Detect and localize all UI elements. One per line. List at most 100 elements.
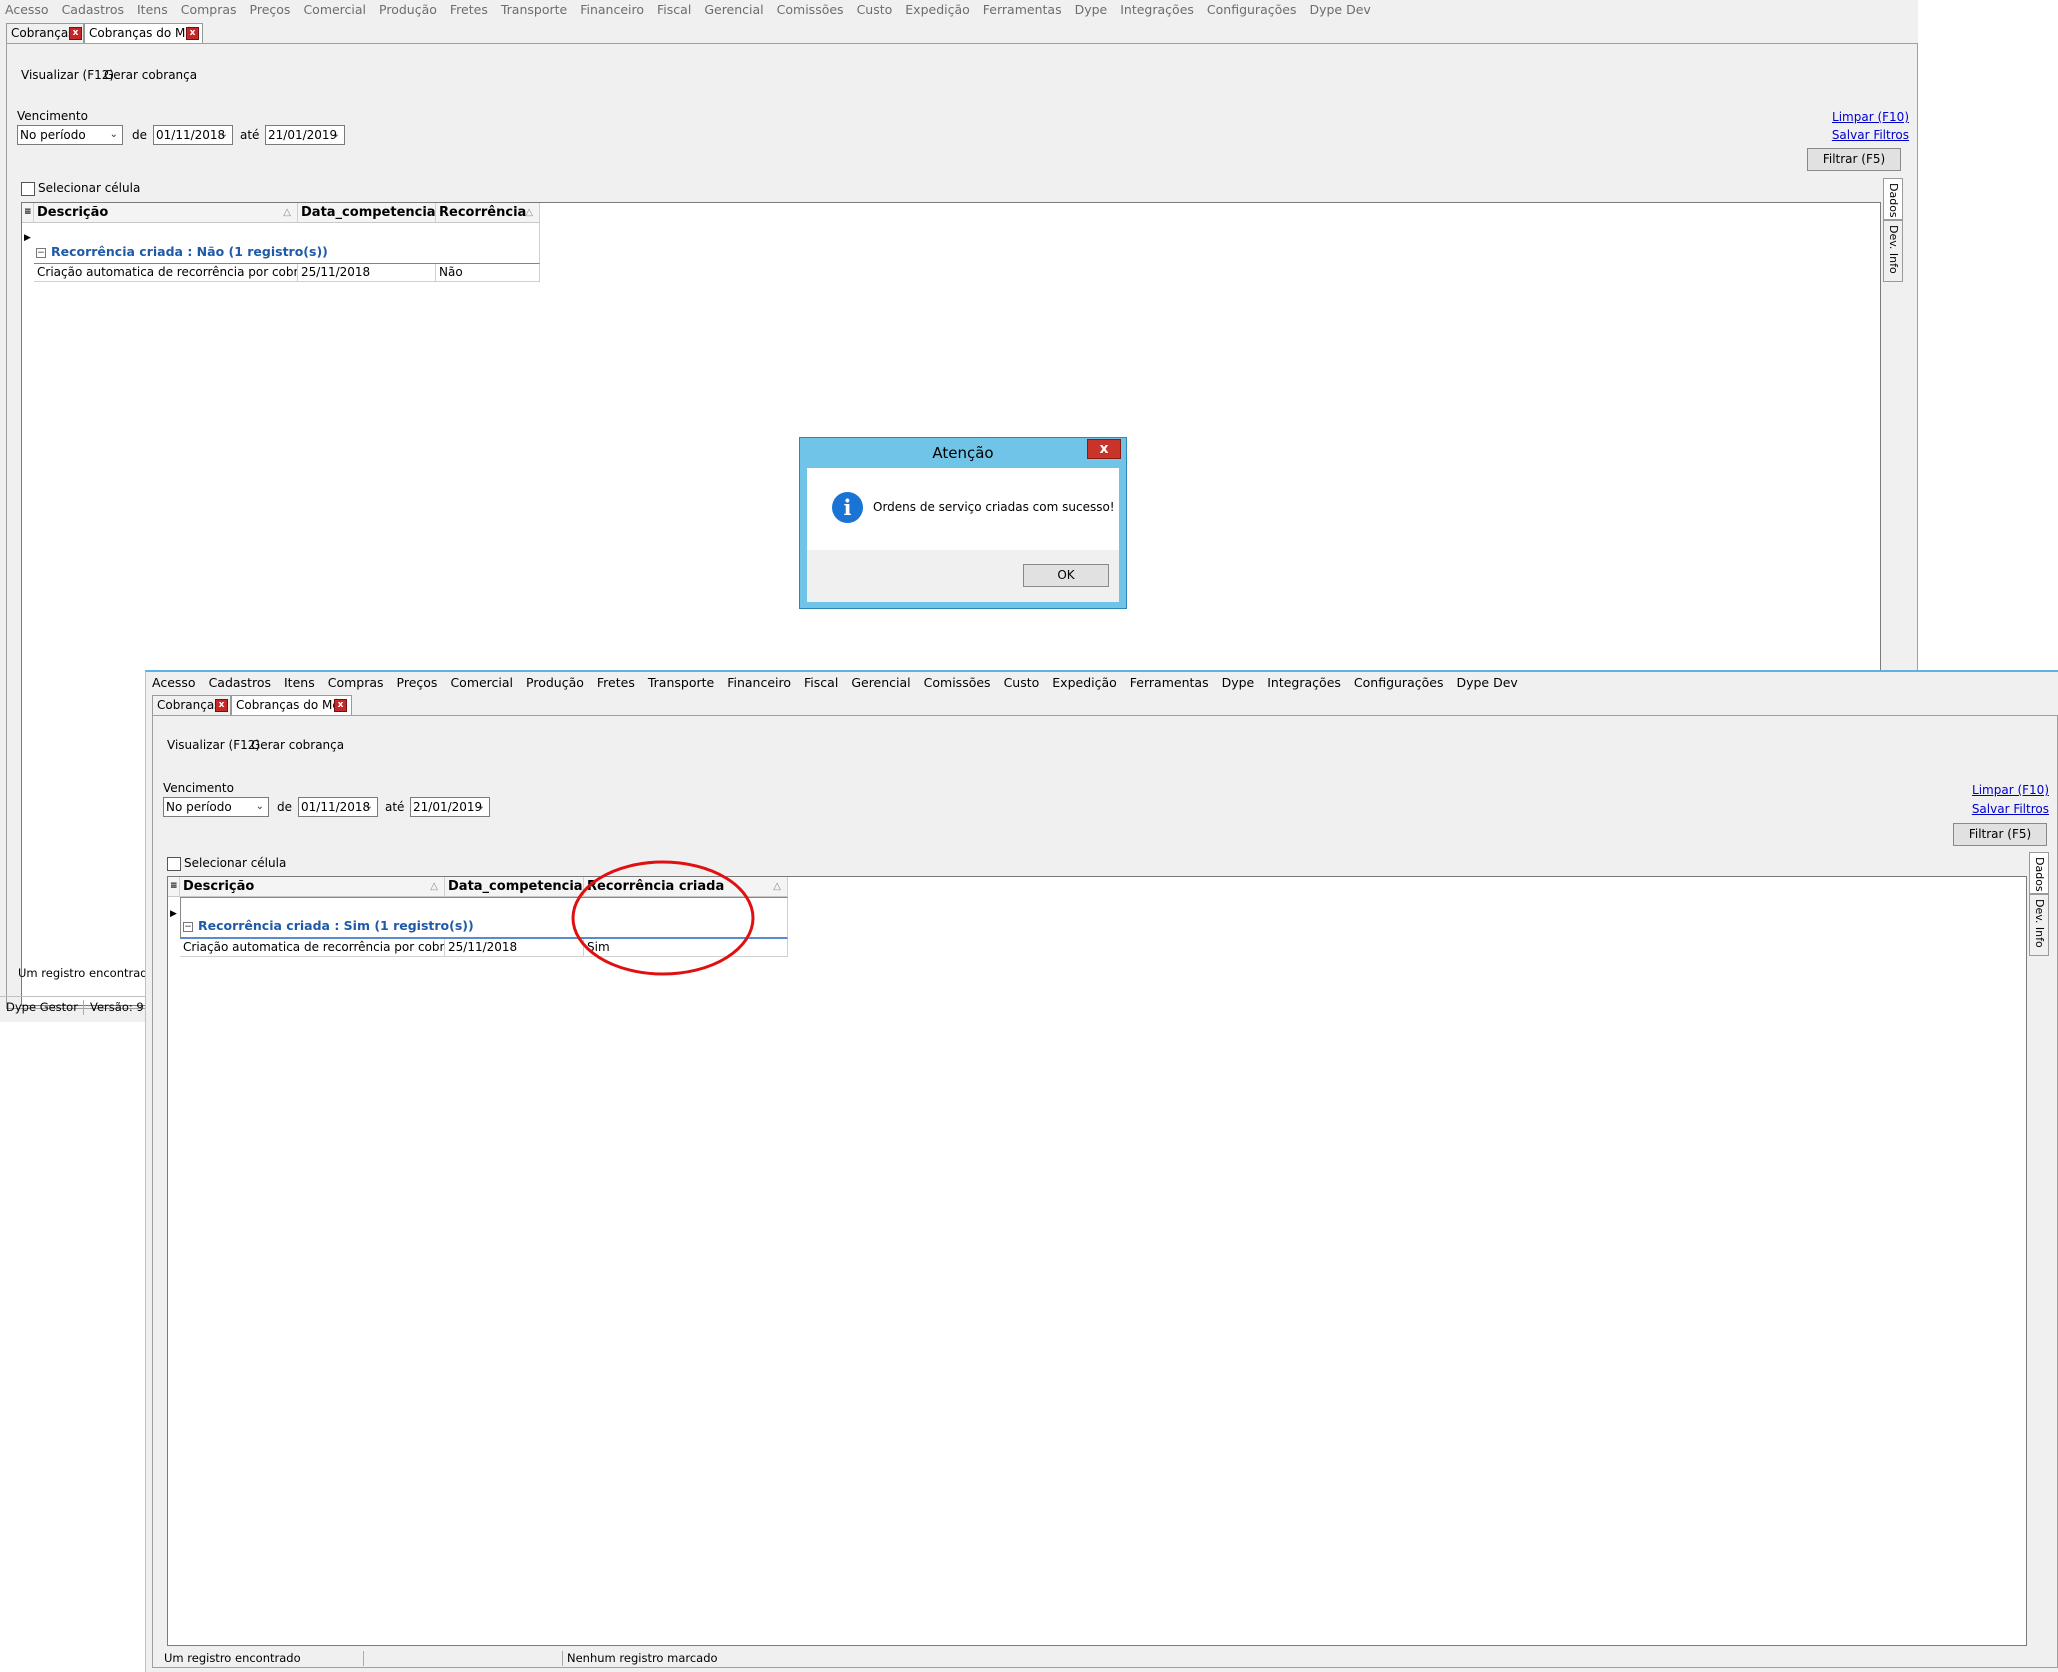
date-from-picker[interactable]: 01/11/2018 ⌄ <box>153 125 233 145</box>
menu-fiscal[interactable]: Fiscal <box>657 0 691 20</box>
chevron-down-icon: ⌄ <box>109 129 118 140</box>
select-cell-checkbox[interactable] <box>167 857 181 871</box>
menu-dype[interactable]: Dype <box>1075 0 1108 20</box>
menu-transporte[interactable]: Transporte <box>501 0 567 20</box>
menu-itens[interactable]: Itens <box>137 0 168 20</box>
menu-dype-dev[interactable]: Dype Dev <box>1309 0 1370 20</box>
menu-configuracoes[interactable]: Configurações <box>1207 0 1297 20</box>
group-row[interactable]: − Recorrência criada : Não (1 registro(s)… <box>34 223 540 264</box>
menu-cadastros[interactable]: Cadastros <box>62 0 124 20</box>
menu-compras[interactable]: Compras <box>181 0 237 20</box>
column-header-descricao[interactable]: Descrição △ <box>34 203 298 223</box>
side-tab-dados[interactable]: Dados <box>2029 852 2049 894</box>
menu-dype[interactable]: Dype <box>1222 673 1255 693</box>
collapse-icon[interactable]: − <box>183 922 193 932</box>
menu-comercial[interactable]: Comercial <box>450 673 513 693</box>
cell-descricao[interactable]: Criação automatica de recorrência por co… <box>180 939 445 957</box>
cell-descricao[interactable]: Criação automatica de recorrência por co… <box>34 264 298 282</box>
limpar-link[interactable]: Limpar (F10) <box>1963 783 2049 798</box>
side-tab-dev-info[interactable]: Dev. Info <box>1883 220 1903 282</box>
column-header-data-competencia[interactable]: Data_competencia <box>445 877 584 897</box>
header-label: Recorrência <box>439 205 527 220</box>
menu-producao[interactable]: Produção <box>379 0 437 20</box>
ok-button[interactable]: OK <box>1023 564 1109 587</box>
header-label: Data_competencia <box>301 205 436 220</box>
select-cell-checkbox[interactable] <box>21 182 35 196</box>
cell-recorrencia[interactable]: Não <box>436 264 540 282</box>
column-header-descricao[interactable]: Descrição △ <box>180 877 445 897</box>
group-label: − Recorrência criada : Sim (1 registro(s)… <box>183 918 474 934</box>
ate-label: até <box>385 800 405 814</box>
column-header-data-competencia[interactable]: Data_competencia <box>298 203 436 223</box>
visualizar-button[interactable]: Visualizar (F12) <box>167 738 260 753</box>
date-to-picker[interactable]: 21/01/2019 ⌄ <box>265 125 345 145</box>
close-icon[interactable]: x <box>334 699 347 712</box>
select-cell-label: Selecionar célula <box>38 181 141 195</box>
collapse-icon[interactable]: − <box>36 248 46 258</box>
side-tab-label: Dev. Info <box>1887 225 1900 274</box>
menu-acesso[interactable]: Acesso <box>152 673 196 693</box>
date-to-value: 21/01/2019 <box>413 800 483 814</box>
menu-transporte[interactable]: Transporte <box>648 673 714 693</box>
menu-ferramentas[interactable]: Ferramentas <box>983 0 1062 20</box>
dialog-close-button[interactable]: x <box>1087 439 1121 459</box>
gerar-cobranca-button[interactable]: Gerar cobrança <box>104 68 197 83</box>
highlight-ellipse <box>571 860 755 976</box>
menu-compras[interactable]: Compras <box>328 673 384 693</box>
sort-icon: △ <box>430 881 438 892</box>
menu-comercial[interactable]: Comercial <box>303 0 366 20</box>
menu-gerencial[interactable]: Gerencial <box>851 673 910 693</box>
menu-custo[interactable]: Custo <box>1004 673 1040 693</box>
close-icon[interactable]: x <box>186 27 199 40</box>
limpar-link[interactable]: Limpar (F10) <box>1829 110 1909 125</box>
menu-integracoes[interactable]: Integrações <box>1267 673 1341 693</box>
tab-cobrancas[interactable]: Cobranças x <box>6 23 84 43</box>
dialog-title: Atenção <box>932 444 994 462</box>
gerar-cobranca-button[interactable]: Gerar cobrança <box>251 738 344 753</box>
menu-fiscal[interactable]: Fiscal <box>804 673 838 693</box>
menu-comissoes[interactable]: Comissões <box>777 0 844 20</box>
menu-financeiro[interactable]: Financeiro <box>580 0 644 20</box>
menu-cadastros[interactable]: Cadastros <box>209 673 271 693</box>
status-marked-count: Nenhum registro marcado <box>567 1651 718 1665</box>
period-mode-select[interactable]: No período ⌄ <box>17 125 123 145</box>
tab-cobrancas-do-mes[interactable]: Cobranças do Mês x <box>84 23 203 44</box>
chevron-down-icon: ⌄ <box>255 801 264 812</box>
close-icon[interactable]: x <box>69 27 82 40</box>
date-to-picker[interactable]: 21/01/2019 ⌄ <box>410 797 490 817</box>
period-mode-select[interactable]: No período ⌄ <box>163 797 269 817</box>
visualizar-button[interactable]: Visualizar (F12) <box>21 68 114 83</box>
menu-producao[interactable]: Produção <box>526 673 584 693</box>
menu-fretes[interactable]: Fretes <box>450 0 488 20</box>
menu-custo[interactable]: Custo <box>857 0 893 20</box>
tab-label: Cobranças <box>11 26 75 40</box>
date-from-picker[interactable]: 01/11/2018 ⌄ <box>298 797 378 817</box>
salvar-filtros-link[interactable]: Salvar Filtros <box>1953 802 2049 817</box>
menu-expedicao[interactable]: Expedição <box>905 0 970 20</box>
menu-itens[interactable]: Itens <box>284 673 315 693</box>
menu-ferramentas[interactable]: Ferramentas <box>1130 673 1209 693</box>
salvar-filtros-link[interactable]: Salvar Filtros <box>1819 128 1909 143</box>
close-icon[interactable]: x <box>215 699 228 712</box>
menu-fretes[interactable]: Fretes <box>597 673 635 693</box>
menu-acesso[interactable]: Acesso <box>5 0 49 20</box>
menu-comissoes[interactable]: Comissões <box>924 673 991 693</box>
menu-gerencial[interactable]: Gerencial <box>704 0 763 20</box>
menu-financeiro[interactable]: Financeiro <box>727 673 791 693</box>
filtrar-button[interactable]: Filtrar (F5) <box>1953 823 2047 846</box>
menu-precos[interactable]: Preços <box>250 0 291 20</box>
tab-cobrancas-do-mes[interactable]: Cobranças do Mês x <box>231 695 352 716</box>
side-tab-dev-info[interactable]: Dev. Info <box>2029 894 2049 956</box>
tab-cobrancas[interactable]: Cobranças x <box>152 695 231 715</box>
cell-data-competencia[interactable]: 25/11/2018 <box>445 939 584 957</box>
menu-configuracoes[interactable]: Configurações <box>1354 673 1444 693</box>
side-tab-dados[interactable]: Dados <box>1883 178 1903 220</box>
menu-expedicao[interactable]: Expedição <box>1052 673 1117 693</box>
filtrar-button[interactable]: Filtrar (F5) <box>1807 148 1901 171</box>
menu-integracoes[interactable]: Integrações <box>1120 0 1194 20</box>
app-status-bar: Dype Gestor Versão: 9.9. <box>0 996 158 1016</box>
menu-precos[interactable]: Preços <box>397 673 438 693</box>
column-header-recorrencia[interactable]: Recorrência △ <box>436 203 540 223</box>
menu-dype-dev[interactable]: Dype Dev <box>1456 673 1517 693</box>
cell-data-competencia[interactable]: 25/11/2018 <box>298 264 436 282</box>
